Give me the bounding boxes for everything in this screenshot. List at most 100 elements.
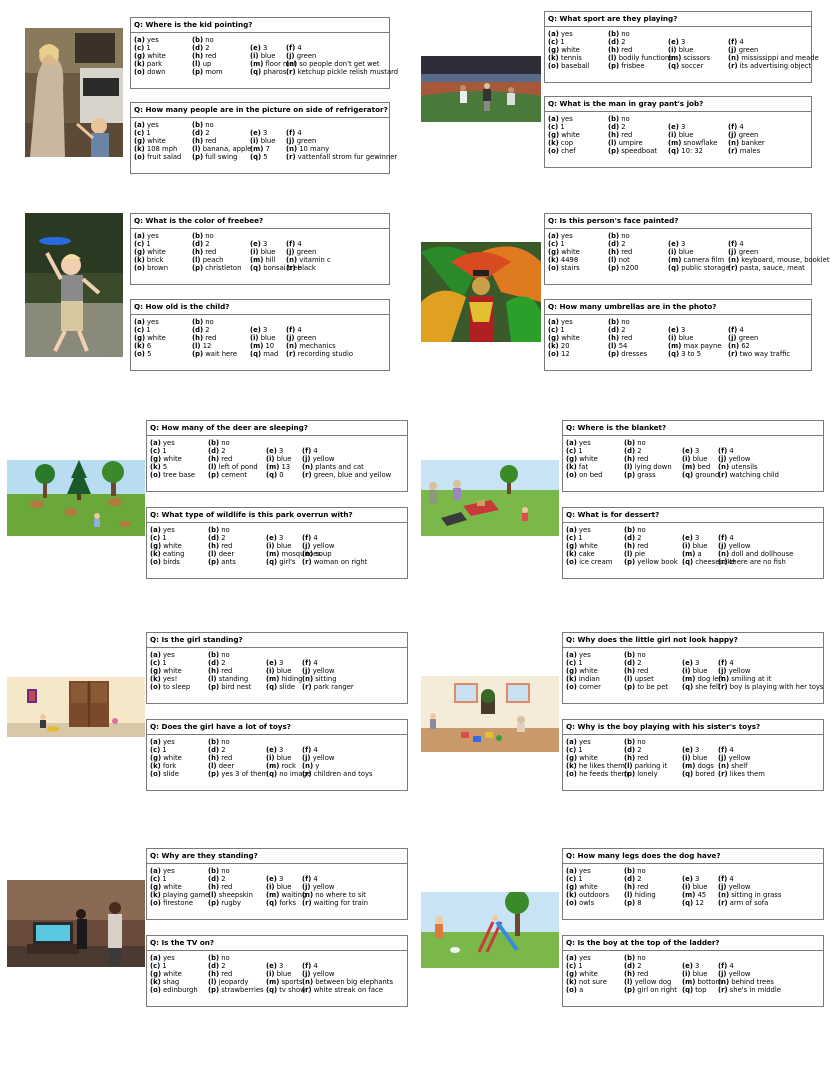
option-row: (o) baseball (p) frisbee (q) soccer (r) its…: [548, 61, 812, 71]
option-letter: (g): [566, 666, 578, 675]
option-letter: (m): [682, 890, 696, 899]
question-box: Q: How many of the deer are sleeping? (a)…: [146, 420, 408, 492]
option-value: no: [221, 867, 230, 875]
option-letter: (m): [266, 674, 280, 683]
option-value: yellow: [312, 969, 335, 978]
option-letter: (o): [566, 985, 577, 994]
option-letter: (r): [718, 985, 728, 994]
option-letter: (a): [134, 121, 145, 129]
option-letter: (b): [208, 439, 220, 447]
option-letter: (i): [266, 882, 275, 891]
option-letter: (n): [302, 761, 314, 770]
option-letter: (o): [134, 349, 145, 358]
question-text: Q: What sport are they playing?: [548, 14, 678, 23]
option-letter: (f): [718, 533, 728, 542]
option-letter: (j): [286, 333, 295, 342]
option-letter: (n): [718, 549, 730, 558]
option-value: yes: [578, 651, 591, 659]
option-value: its advertising object: [739, 61, 812, 70]
option-value: 1: [162, 961, 167, 970]
option-letter: (i): [266, 753, 275, 762]
option-value: chef: [561, 146, 576, 155]
option-letter: (d): [624, 874, 636, 883]
option-letter: (q): [682, 985, 694, 994]
option-letter: (f): [302, 961, 312, 970]
option-value: red: [221, 882, 233, 891]
option-letter: (d): [624, 533, 636, 542]
option-value: 4: [297, 43, 302, 52]
answer-option: (p) speedboat: [608, 146, 668, 156]
option-value: tennis: [560, 53, 582, 62]
option-letter: (e): [250, 128, 261, 137]
option-letter: (m): [266, 761, 280, 770]
answer-option: (p) full swing: [192, 153, 250, 162]
question-text: Q: How many umbrellas are in the photo?: [548, 302, 717, 311]
option-row: (o) to sleep (p) bird nest (q) slide (r) pa…: [150, 682, 404, 692]
option-value: yes: [560, 30, 573, 38]
option-value: speedboat: [621, 146, 658, 155]
option-value: red: [637, 753, 649, 762]
option-row: (o) down (p) mom (q) pharos (r) ketchup pic…: [134, 67, 398, 77]
option-value: brown: [147, 263, 169, 272]
option-letter: (g): [134, 51, 146, 60]
option-value: 2: [637, 874, 642, 883]
option-value: shelf: [731, 761, 748, 770]
option-value: 4: [313, 446, 318, 455]
option-letter: (q): [266, 769, 278, 778]
option-value: no: [621, 318, 630, 326]
option-letter: (e): [668, 325, 679, 334]
option-letter: (i): [682, 454, 691, 463]
option-value: 2: [221, 533, 226, 542]
option-value: behind trees: [731, 977, 774, 986]
option-value: watching child: [729, 470, 779, 479]
option-letter: (o): [134, 152, 145, 161]
answer-option: (p) n200: [608, 264, 668, 273]
option-letter: (m): [682, 674, 696, 683]
photo-people-standing-tv: [7, 880, 145, 967]
option-letter: (q): [250, 67, 262, 76]
option-letter: (j): [728, 130, 737, 139]
answer-option: (o) firestone: [150, 899, 208, 908]
option-letter: (n): [302, 977, 314, 986]
option-letter: (k): [566, 890, 577, 899]
option-value: yes: [162, 954, 175, 962]
option-value: red: [205, 51, 217, 60]
option-letter: (b): [624, 526, 636, 534]
option-value: ground: [695, 470, 720, 479]
option-letter: (i): [668, 247, 677, 256]
option-value: red: [221, 969, 233, 978]
answer-option: (q) top: [682, 985, 718, 995]
option-letter: (d): [624, 745, 636, 754]
answer-option: (p) rugby: [208, 899, 266, 908]
photo-baseball-game: [421, 56, 541, 122]
question-text: Q: Why is the boy playing with his siste…: [566, 722, 761, 731]
option-letter: (n): [718, 462, 730, 471]
option-value: blue: [678, 45, 694, 54]
option-letter: (d): [208, 658, 220, 667]
option-value: yes: [578, 954, 591, 962]
answer-options: (a) yes (b) no (c) 1 (d) 2 (e) 3 (f) 4 (g) whi…: [545, 26, 819, 71]
answer-option: (p) grass: [624, 471, 682, 480]
option-value: 4: [729, 961, 734, 970]
option-value: yes: [560, 232, 573, 240]
option-letter: (n): [728, 53, 740, 62]
question-text: Q: Is this person's face painted?: [548, 216, 679, 225]
option-value: green: [738, 247, 759, 256]
option-letter: (q): [266, 470, 278, 479]
option-value: indian: [578, 674, 600, 683]
option-letter: (e): [266, 745, 277, 754]
option-letter: (p): [608, 349, 620, 358]
option-letter: (p): [608, 61, 620, 70]
option-value: 1: [578, 874, 583, 883]
option-value: no: [205, 318, 214, 326]
option-value: blue: [692, 882, 708, 891]
option-letter: (f): [286, 128, 296, 137]
option-letter: (l): [192, 59, 201, 68]
option-letter: (p): [208, 682, 220, 691]
option-letter: (o): [150, 985, 161, 994]
answer-option: (r) woman on right: [302, 558, 406, 567]
answer-option: (q) 10: 32: [668, 147, 728, 156]
option-value: 3: [279, 658, 284, 667]
option-letter: (g): [150, 541, 162, 550]
option-letter: (f): [728, 239, 738, 248]
